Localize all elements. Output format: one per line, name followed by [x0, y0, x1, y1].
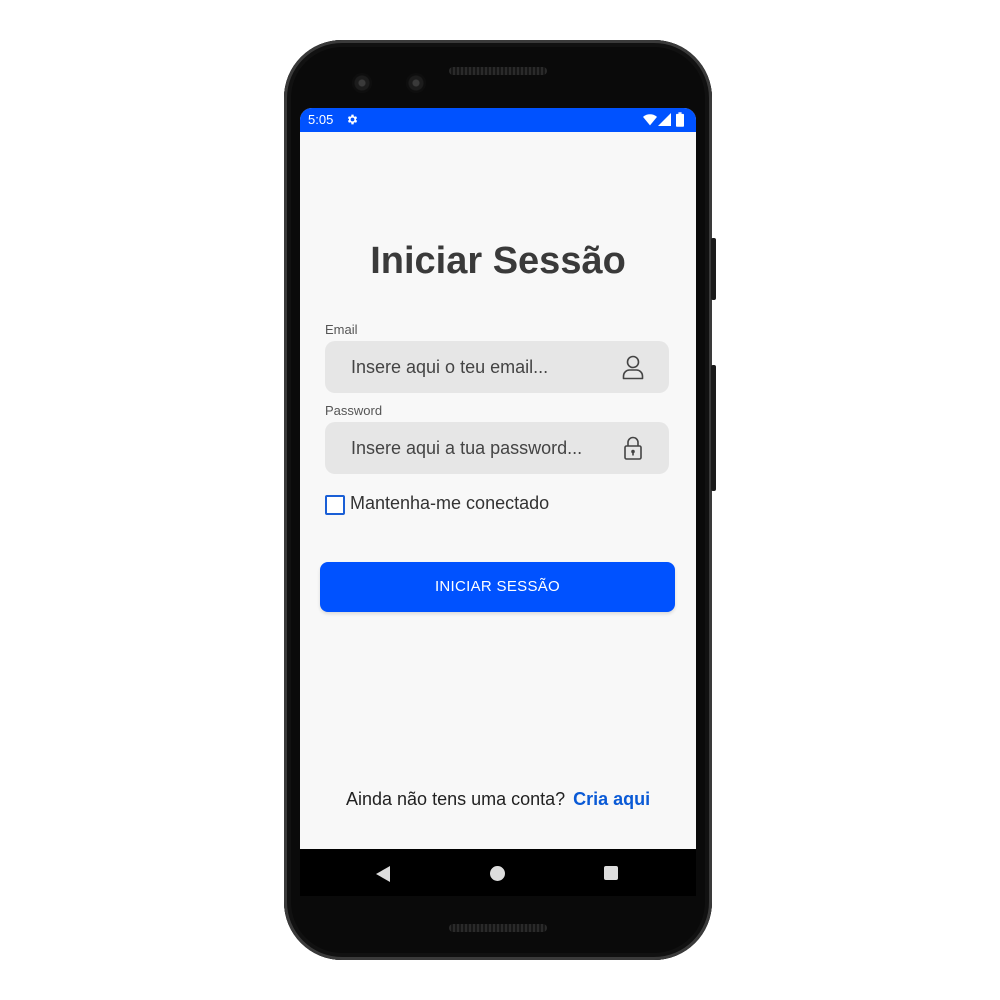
signup-text: Ainda não tens uma conta? — [346, 789, 566, 809]
login-button[interactable]: INICIAR SESSÃO — [320, 562, 675, 612]
navigation-bar — [300, 849, 696, 896]
signup-prompt: Ainda não tens uma conta? Cria aqui — [346, 789, 650, 810]
bottom-speaker — [449, 924, 547, 932]
password-label: Password — [325, 403, 383, 418]
front-camera-icon — [352, 73, 372, 93]
screen: 5:05 Iniciar Sessão Email Password — [300, 108, 696, 896]
volume-button — [711, 365, 716, 491]
status-bar: 5:05 — [300, 108, 696, 132]
back-icon[interactable] — [376, 866, 390, 882]
remember-me-checkbox[interactable] — [325, 495, 345, 515]
earpiece-speaker — [449, 67, 547, 75]
login-page: Iniciar Sessão Email Password Mantenha-m… — [300, 132, 696, 849]
signal-icon — [658, 113, 671, 126]
user-icon — [622, 355, 644, 380]
status-time: 5:05 — [308, 112, 334, 127]
page-title: Iniciar Sessão — [370, 240, 626, 282]
password-field-container[interactable] — [325, 422, 669, 474]
recent-apps-icon[interactable] — [604, 866, 618, 880]
gear-icon — [347, 114, 358, 125]
wifi-icon — [643, 114, 657, 126]
signup-link[interactable]: Cria aqui — [573, 789, 650, 809]
home-icon[interactable] — [490, 866, 505, 881]
battery-icon — [676, 112, 684, 127]
lock-icon — [624, 436, 642, 460]
remember-me-label[interactable]: Mantenha-me conectado — [350, 493, 549, 514]
front-sensor-icon — [406, 73, 426, 93]
email-field[interactable] — [351, 341, 611, 393]
email-label: Email — [325, 322, 358, 337]
password-field[interactable] — [351, 422, 611, 474]
email-field-container[interactable] — [325, 341, 669, 393]
power-button — [711, 238, 716, 300]
